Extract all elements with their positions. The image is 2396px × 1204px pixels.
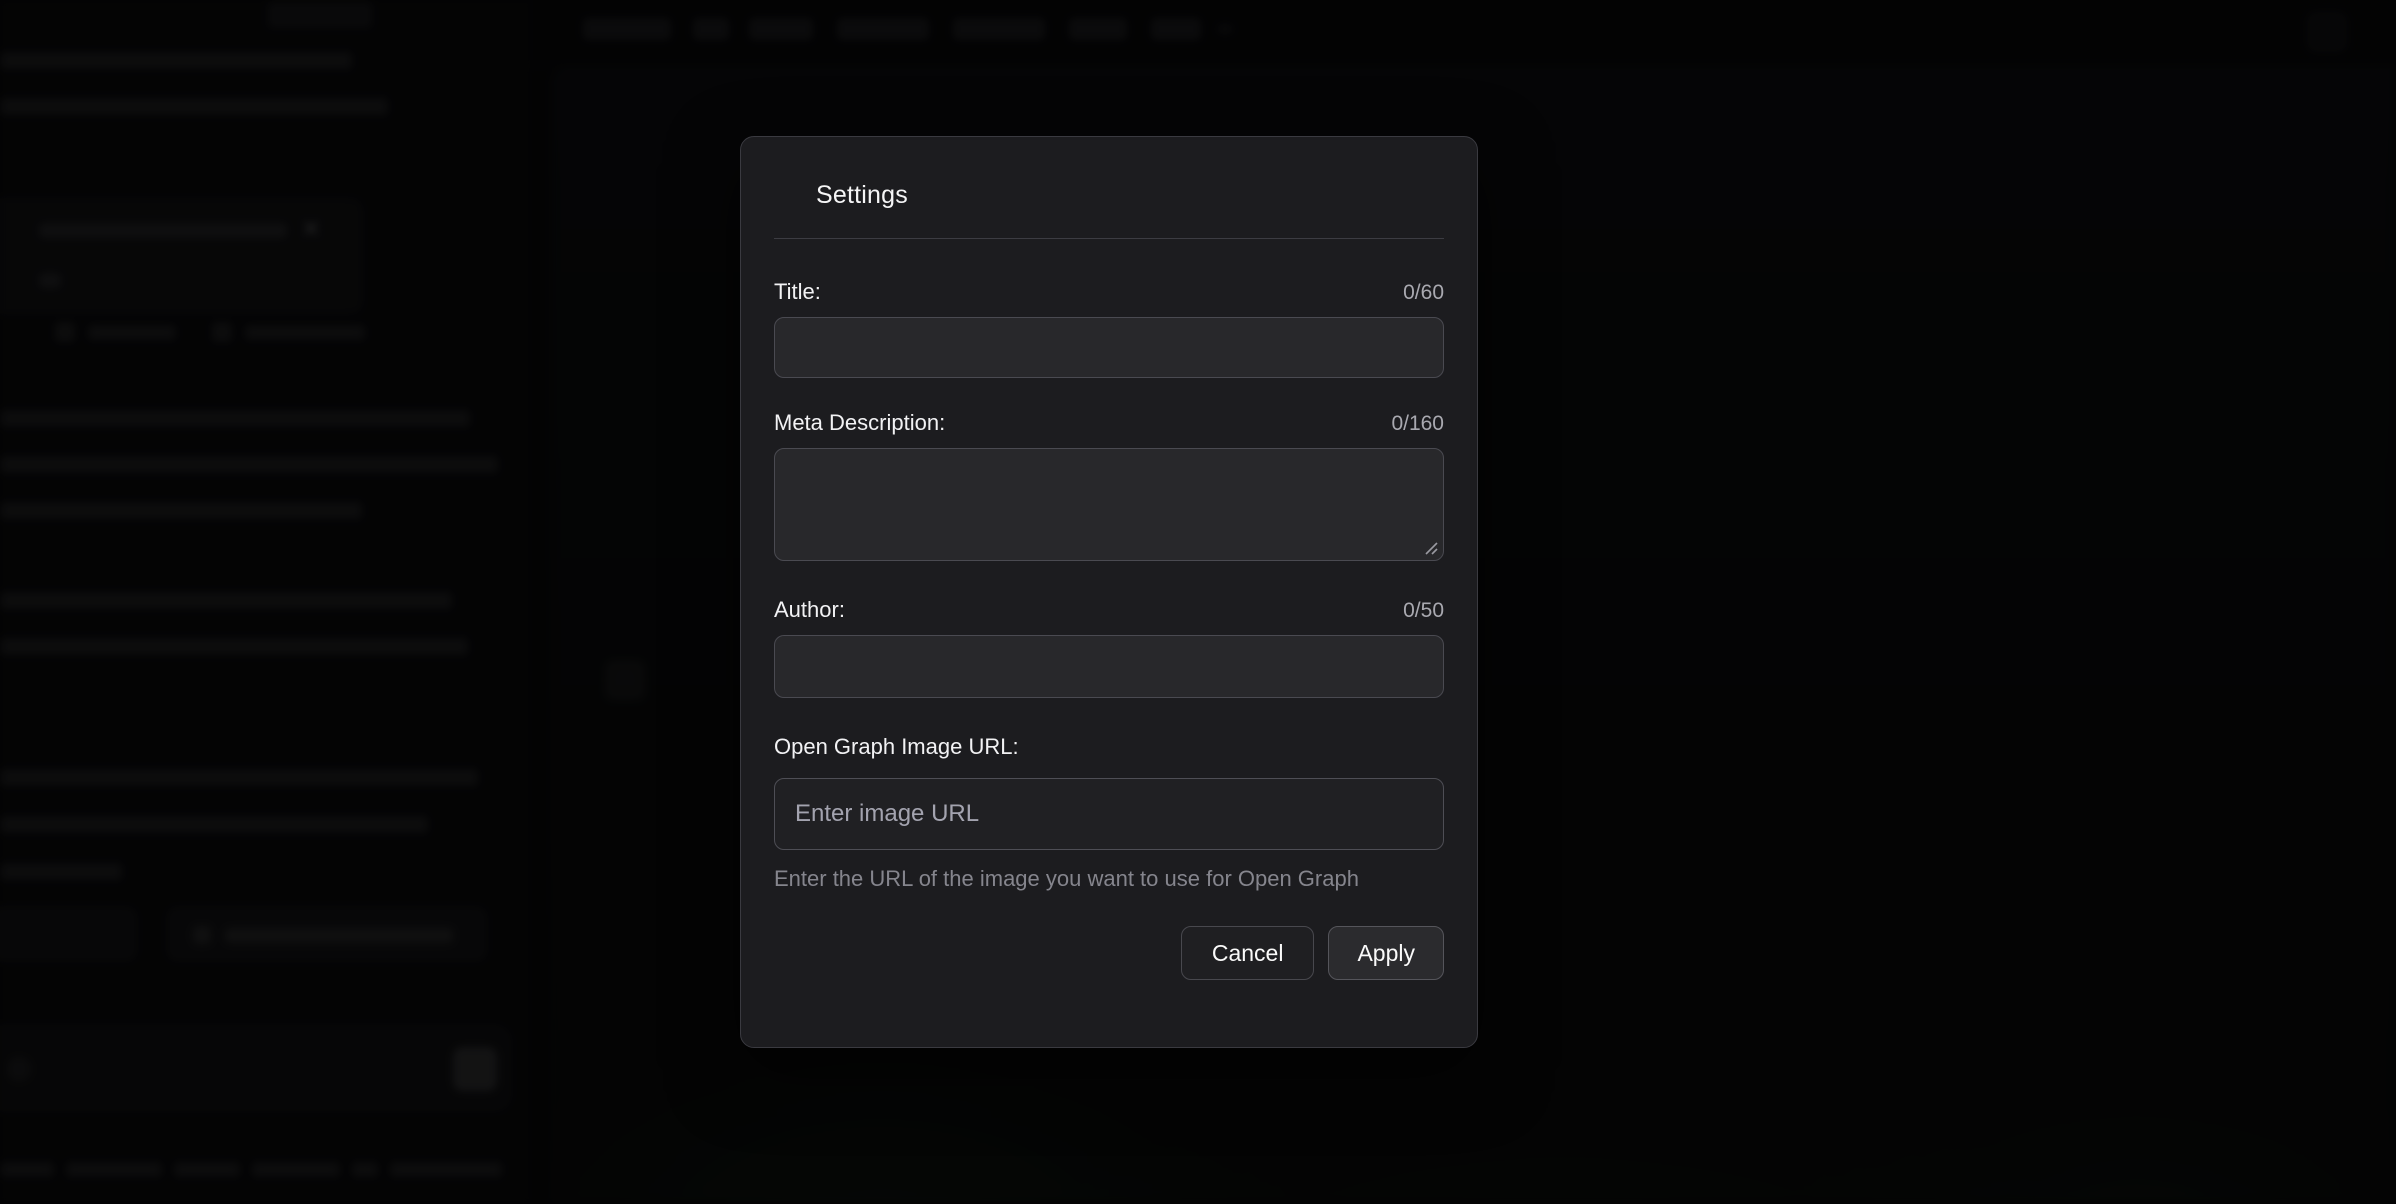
meta-description-textarea[interactable] — [774, 448, 1444, 561]
og-image-url-input[interactable] — [774, 778, 1444, 850]
title-counter: 0/60 — [1403, 281, 1444, 305]
dialog-title: Settings — [816, 181, 1444, 210]
meta-description-counter: 0/160 — [1391, 412, 1444, 436]
divider — [774, 238, 1444, 239]
og-image-url-helper-text: Enter the URL of the image you want to u… — [774, 866, 1444, 892]
cancel-button[interactable]: Cancel — [1181, 926, 1315, 980]
og-image-url-label: Open Graph Image URL: — [774, 734, 1019, 760]
settings-dialog: Settings Title: 0/60 Meta Description: 0… — [740, 136, 1478, 1048]
meta-description-label: Meta Description: — [774, 410, 945, 436]
author-counter: 0/50 — [1403, 599, 1444, 623]
title-label: Title: — [774, 279, 821, 305]
resize-handle-icon[interactable] — [1422, 539, 1438, 555]
apply-button[interactable]: Apply — [1328, 926, 1444, 980]
author-input[interactable] — [774, 635, 1444, 698]
app-window: ✕ — [0, 0, 2396, 1204]
title-input[interactable] — [774, 317, 1444, 378]
author-label: Author: — [774, 597, 845, 623]
